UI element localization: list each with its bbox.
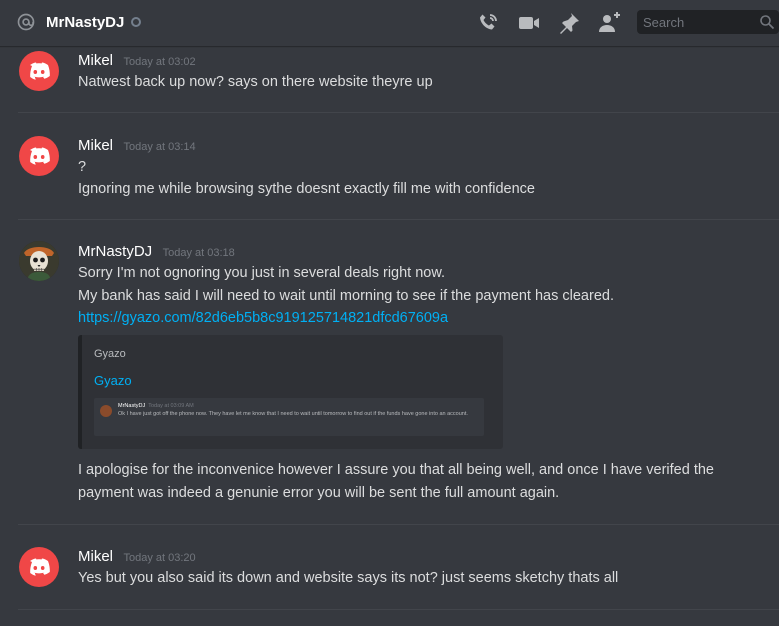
avatar[interactable]: [19, 241, 59, 281]
username[interactable]: Mikel: [78, 52, 113, 69]
thumbnail-timestamp: Today at 03:09 AM: [148, 403, 194, 409]
call-icon[interactable]: [476, 11, 500, 35]
search-input[interactable]: [637, 10, 761, 34]
at-icon: [17, 13, 35, 31]
username[interactable]: MrNastyDJ: [78, 243, 152, 260]
channel-name: MrNastyDJ: [46, 14, 125, 31]
search-box[interactable]: [637, 10, 779, 34]
message-text: I apologise for the inconvenice however …: [78, 462, 714, 478]
message-divider: [18, 112, 779, 113]
username[interactable]: Mikel: [78, 137, 113, 154]
avatar[interactable]: [19, 51, 59, 91]
message-divider: [18, 219, 779, 220]
message-divider: [18, 524, 779, 525]
add-friend-icon[interactable]: [597, 11, 621, 35]
thumbnail-username: MrNastyDJ: [118, 403, 146, 409]
message-header: MrNastyDJ Today at 03:18: [78, 243, 235, 261]
message-text: My bank has said I will need to wait unt…: [78, 288, 614, 304]
avatar[interactable]: [19, 136, 59, 176]
embed-provider[interactable]: Gyazo: [94, 348, 126, 360]
message-header: Mikel Today at 03:20: [78, 548, 196, 566]
thumbnail-text: Ok I have just got off the phone now. Th…: [118, 411, 468, 417]
message-link: https://gyazo.com/82d6eb5b8c919125714821…: [78, 310, 448, 326]
embed-title[interactable]: Gyazo: [94, 373, 132, 388]
avatar[interactable]: [19, 547, 59, 587]
status-offline-icon: [131, 17, 141, 27]
message-divider: [18, 609, 779, 610]
timestamp: Today at 03:02: [123, 56, 196, 68]
link-embed: Gyazo Gyazo MrNastyDJ Today at 03:09 AM O…: [78, 335, 503, 449]
timestamp: Today at 03:20: [123, 552, 196, 564]
message-text: Natwest back up now? says on there websi…: [78, 74, 433, 90]
search-icon[interactable]: [759, 14, 775, 30]
message-header: Mikel Today at 03:14: [78, 137, 196, 155]
message-list: Mikel Today at 03:02 Natwest back up now…: [0, 46, 779, 626]
discord-logo-icon: [30, 147, 50, 165]
embed-thumbnail[interactable]: MrNastyDJ Today at 03:09 AM Ok I have jus…: [94, 398, 484, 436]
timestamp: Today at 03:14: [123, 141, 196, 153]
discord-logo-icon: [30, 62, 50, 80]
username[interactable]: Mikel: [78, 548, 113, 565]
message-text: Ignoring me while browsing sythe doesnt …: [78, 181, 535, 197]
timestamp: Today at 03:18: [162, 247, 235, 259]
pin-icon[interactable]: [557, 11, 581, 35]
skull-avatar-icon: [19, 241, 59, 281]
message-header: Mikel Today at 03:02: [78, 52, 196, 70]
discord-logo-icon: [30, 558, 50, 576]
channel-header: MrNastyDJ: [0, 0, 779, 46]
message-text: ?: [78, 159, 87, 175]
thumbnail-header: MrNastyDJ Today at 03:09 AM: [118, 403, 194, 409]
gyazo-link[interactable]: https://gyazo.com/82d6eb5b8c919125714821…: [78, 310, 448, 326]
video-call-icon[interactable]: [517, 11, 541, 35]
message-text: Yes but you also said its down and websi…: [78, 570, 619, 586]
thumbnail-avatar: [100, 405, 112, 417]
message-text: payment was indeed a genunie error you w…: [78, 485, 560, 501]
message-text: Sorry I'm not ognoring you just in sever…: [78, 265, 446, 281]
